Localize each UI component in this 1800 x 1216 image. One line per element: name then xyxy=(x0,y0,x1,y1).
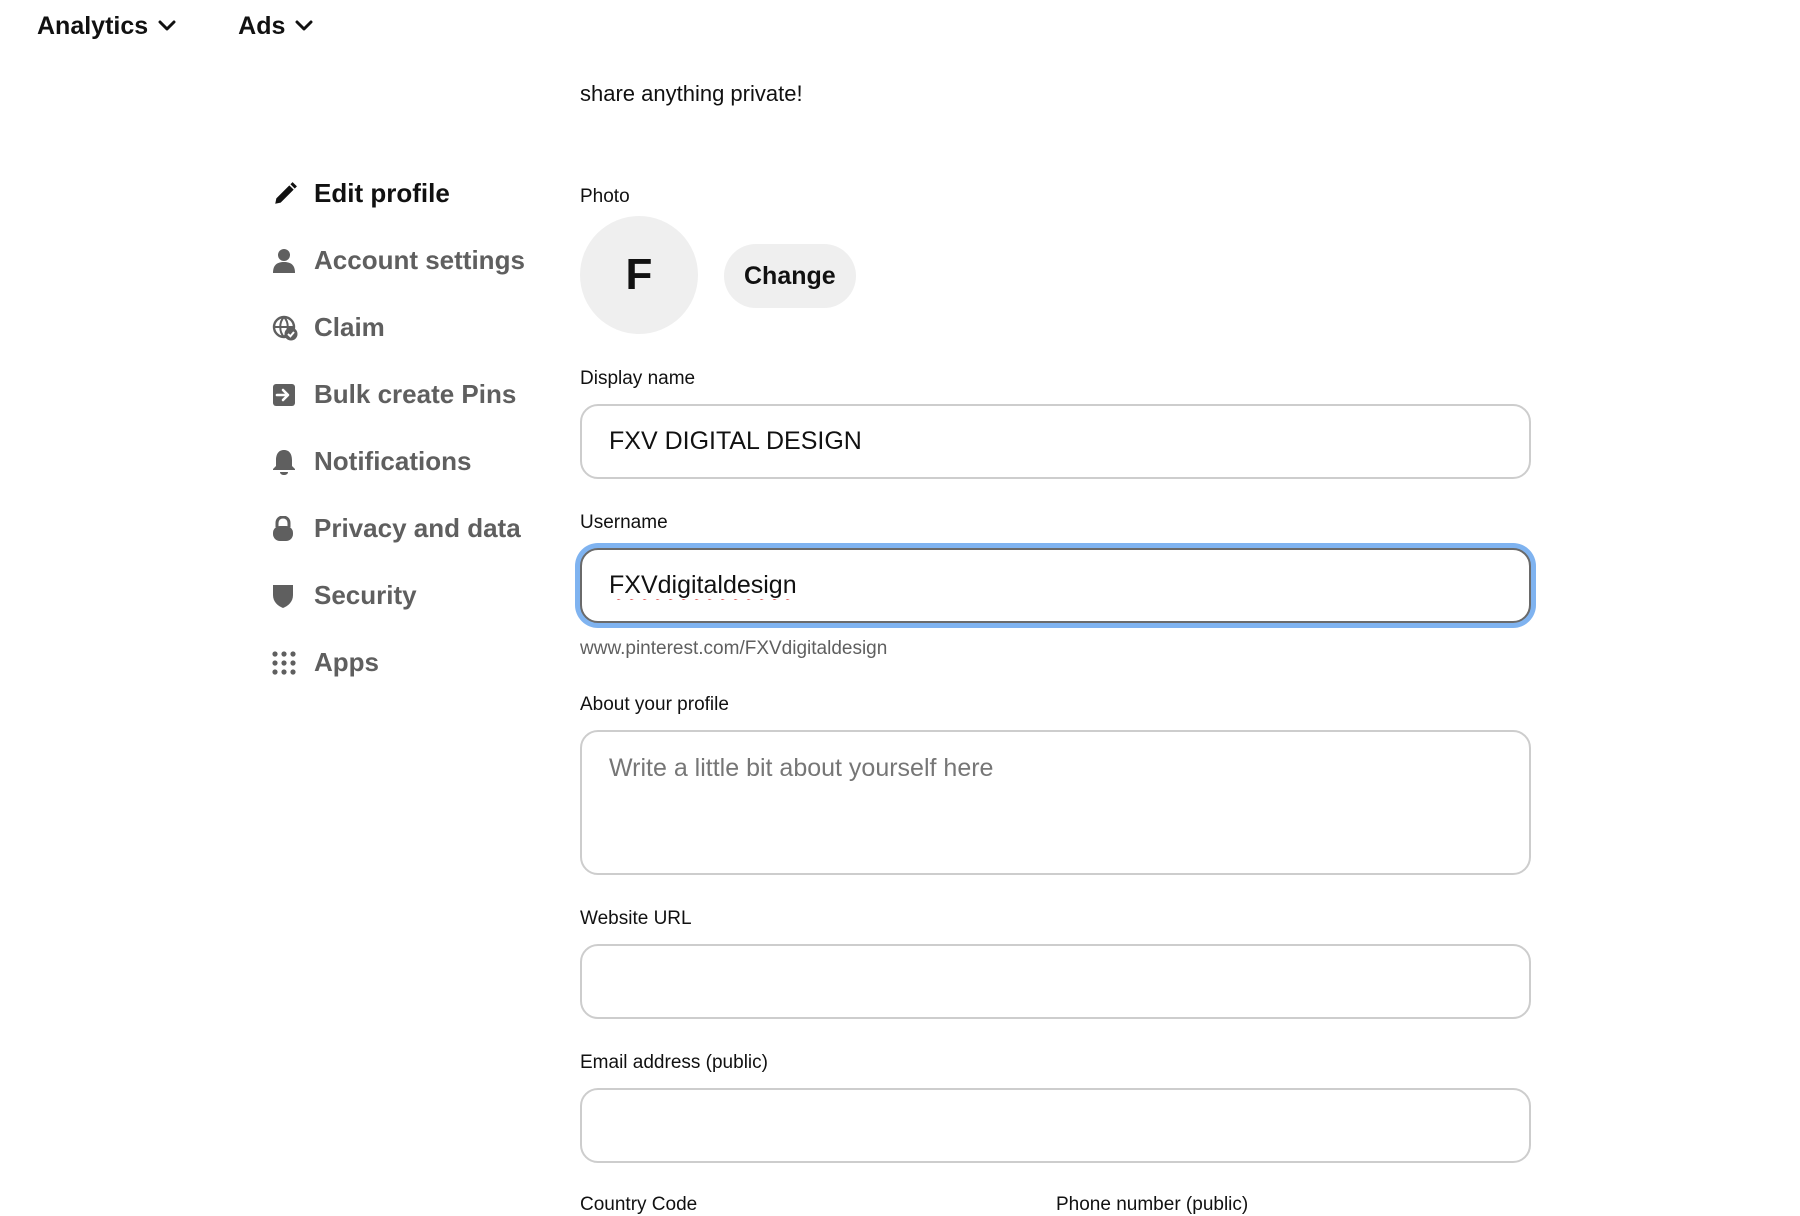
display-name-label: Display name xyxy=(580,368,696,389)
username-label: Username xyxy=(580,512,668,533)
avatar: F xyxy=(580,216,698,334)
analytics-menu[interactable]: Analytics xyxy=(37,12,176,41)
lock-icon xyxy=(272,514,302,544)
sidebar-item-label: Notifications xyxy=(314,446,472,476)
website-url-input[interactable] xyxy=(580,944,1531,1019)
country-code-label: Country Code xyxy=(580,1194,698,1215)
photo-label: Photo xyxy=(580,186,630,207)
settings-sidebar: Edit profile Account settings Claim Bulk… xyxy=(272,160,532,696)
sidebar-item-security[interactable]: Security xyxy=(272,562,532,629)
avatar-initial: F xyxy=(625,250,653,299)
pencil-icon xyxy=(272,179,302,209)
ads-menu-label: Ads xyxy=(238,11,286,40)
bell-icon xyxy=(272,447,302,477)
sidebar-item-bulk-create-pins[interactable]: Bulk create Pins xyxy=(272,361,532,428)
website-url-label: Website URL xyxy=(580,908,692,929)
chevron-down-icon xyxy=(295,20,313,31)
email-input[interactable] xyxy=(580,1088,1531,1163)
sidebar-item-notifications[interactable]: Notifications xyxy=(272,428,532,495)
grid-icon xyxy=(272,648,302,678)
chevron-down-icon xyxy=(158,20,176,31)
sidebar-item-label: Bulk create Pins xyxy=(314,379,517,409)
sidebar-item-label: Claim xyxy=(314,312,385,342)
about-label: About your profile xyxy=(580,694,729,715)
phone-number-label: Phone number (public) xyxy=(1056,1194,1249,1215)
intro-text: share anything private! xyxy=(580,81,803,106)
about-textarea[interactable] xyxy=(580,730,1531,875)
sidebar-item-edit-profile[interactable]: Edit profile xyxy=(272,160,532,227)
globe-check-icon xyxy=(272,313,302,343)
analytics-menu-label: Analytics xyxy=(37,11,149,40)
username-input[interactable] xyxy=(580,548,1531,623)
email-label: Email address (public) xyxy=(580,1052,768,1073)
change-photo-button[interactable]: Change xyxy=(724,244,856,308)
profile-url-helper: www.pinterest.com/FXVdigitaldesign xyxy=(580,638,888,659)
shield-icon xyxy=(272,581,302,611)
sidebar-item-account-settings[interactable]: Account settings xyxy=(272,227,532,294)
person-icon xyxy=(272,246,302,276)
sidebar-item-label: Privacy and data xyxy=(314,513,521,543)
top-nav: Analytics Ads xyxy=(37,6,375,46)
import-icon xyxy=(272,380,302,410)
sidebar-item-label: Apps xyxy=(314,647,379,677)
sidebar-item-claim[interactable]: Claim xyxy=(272,294,532,361)
sidebar-item-privacy-and-data[interactable]: Privacy and data xyxy=(272,495,532,562)
sidebar-item-label: Edit profile xyxy=(314,178,450,208)
ads-menu[interactable]: Ads xyxy=(238,12,313,41)
display-name-input[interactable] xyxy=(580,404,1531,479)
sidebar-item-apps[interactable]: Apps xyxy=(272,629,532,696)
sidebar-item-label: Account settings xyxy=(314,245,525,275)
sidebar-item-label: Security xyxy=(314,580,417,610)
